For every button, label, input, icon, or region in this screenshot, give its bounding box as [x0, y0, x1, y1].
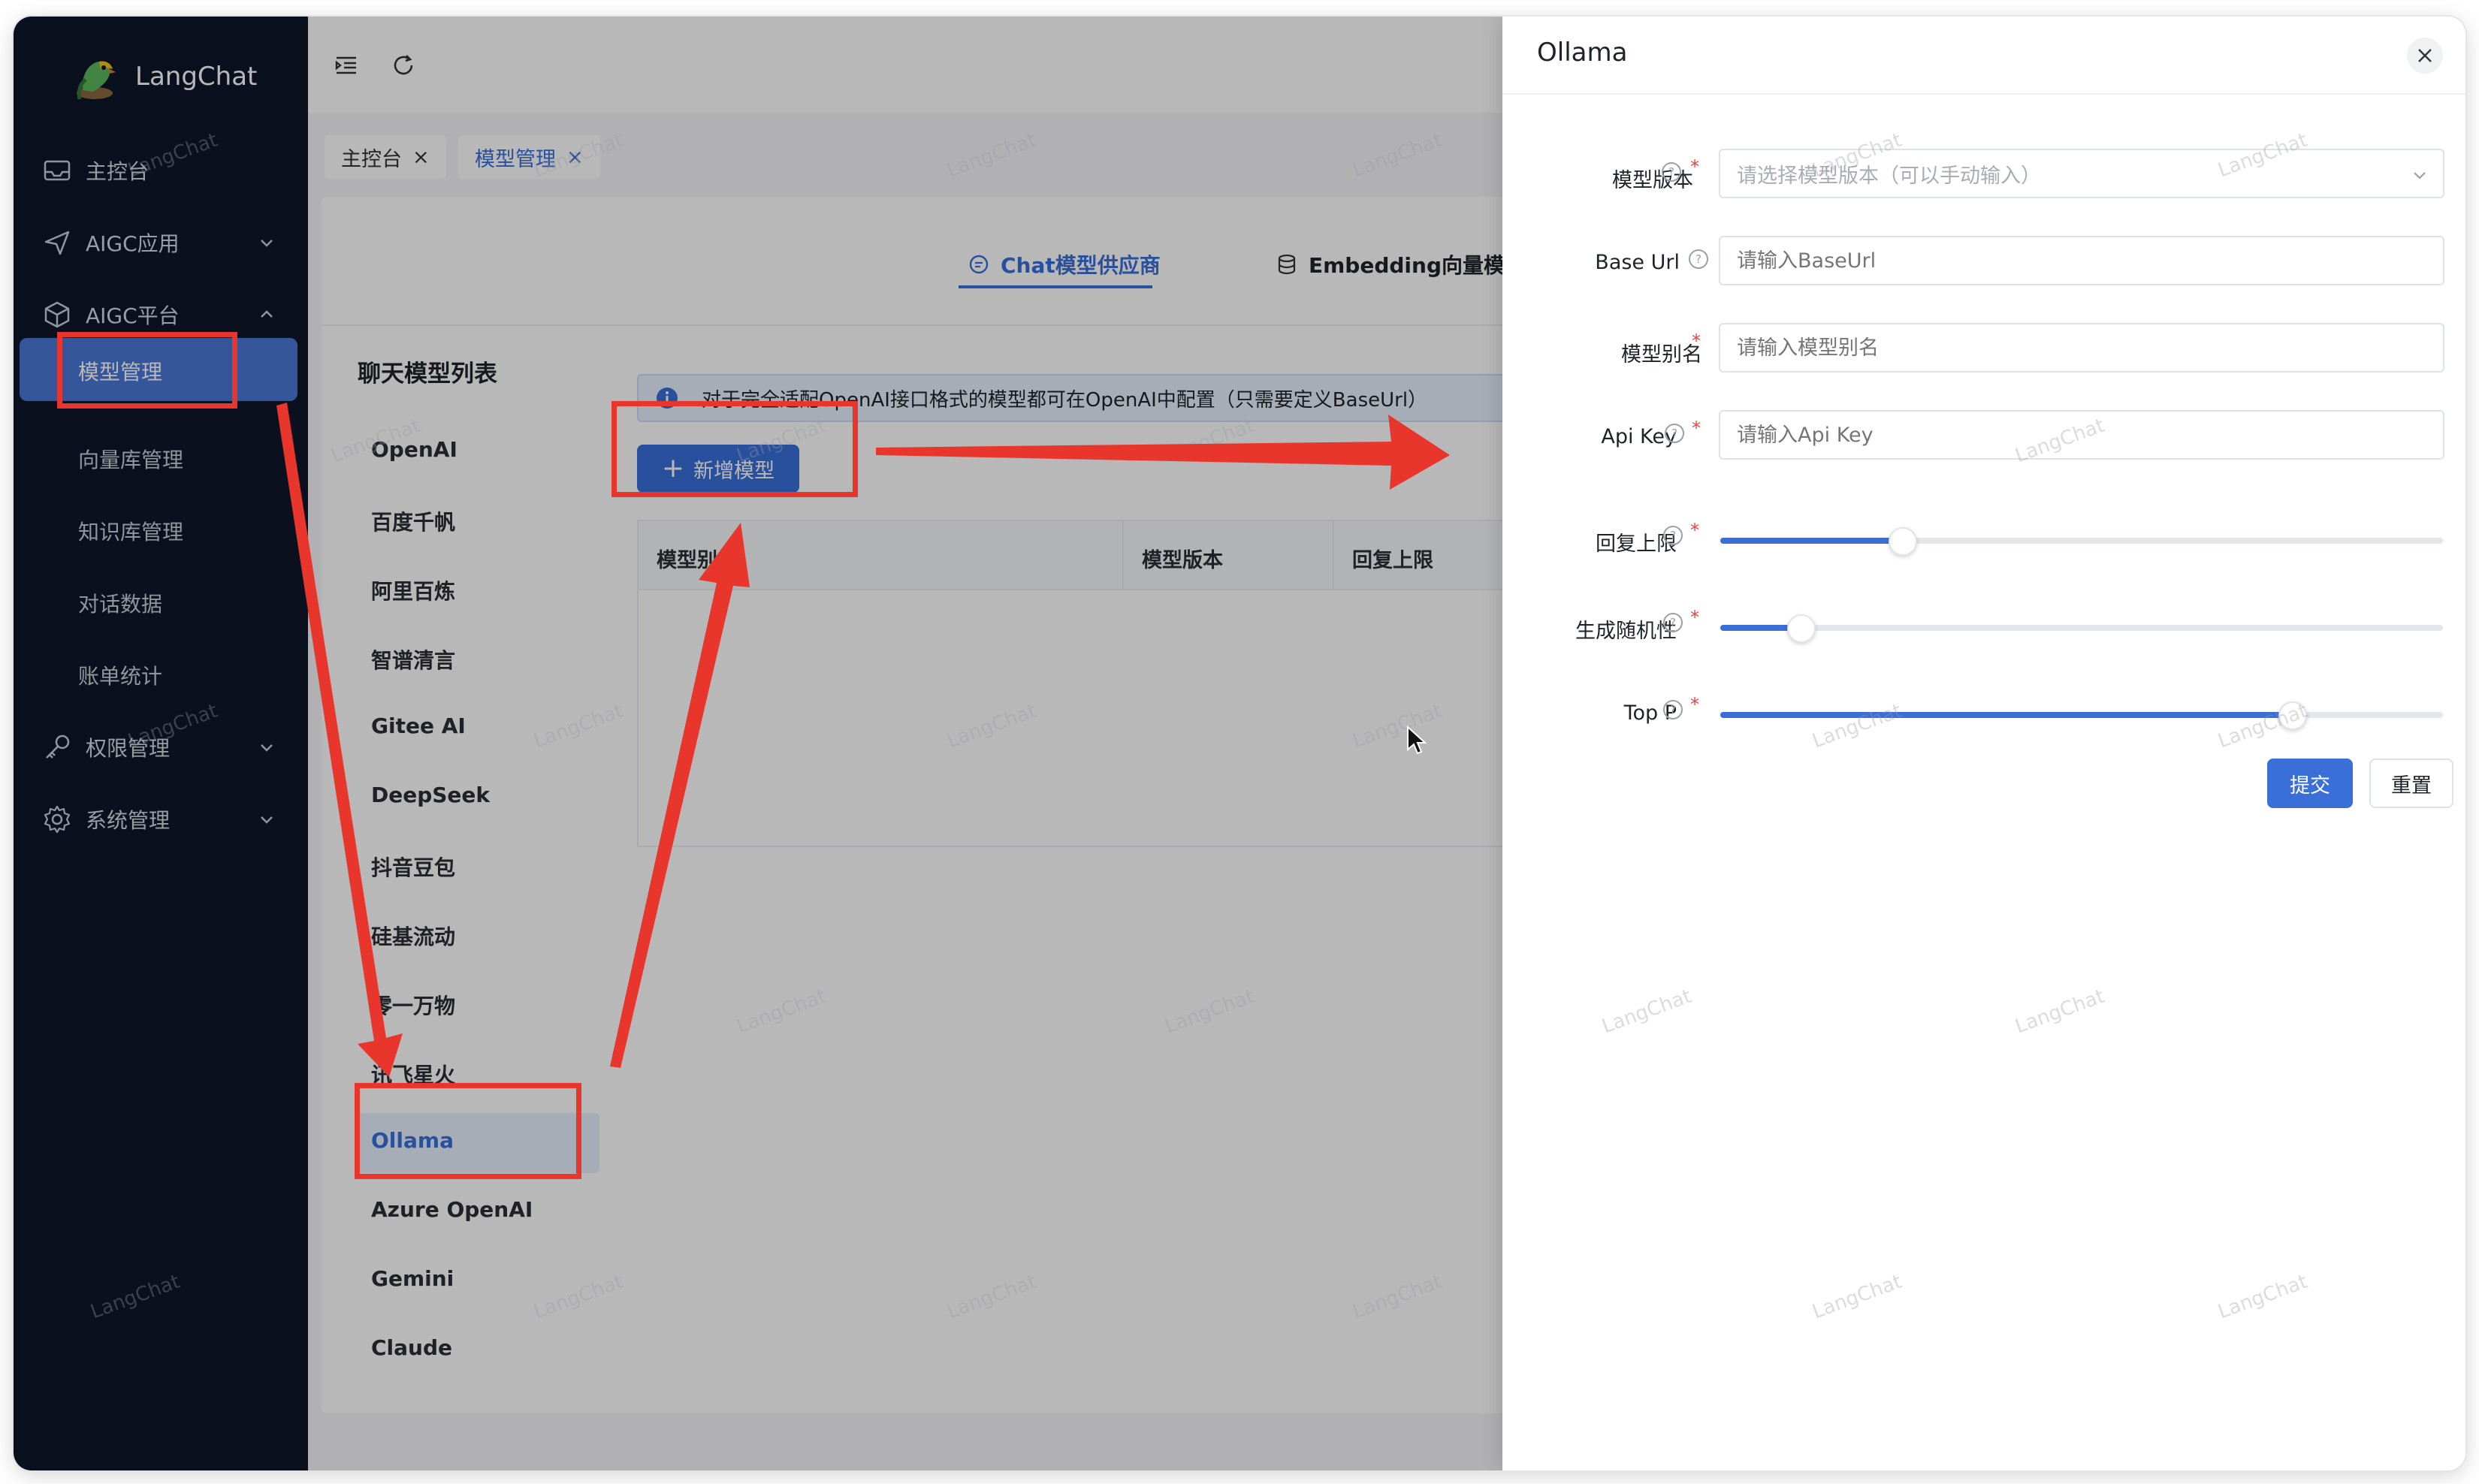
mouse-cursor-icon [1407, 725, 1427, 755]
arrow-sidebar-to-ollama [276, 403, 403, 1077]
app-window: LangChat 主控台 AIGC应用 AIGC平台 模型管理 向量库管理 知识… [14, 17, 2465, 1470]
annotation-arrows [276, 403, 1450, 1077]
arrow-ollama-to-add [610, 523, 750, 1068]
arrow-add-to-drawer [876, 415, 1450, 490]
